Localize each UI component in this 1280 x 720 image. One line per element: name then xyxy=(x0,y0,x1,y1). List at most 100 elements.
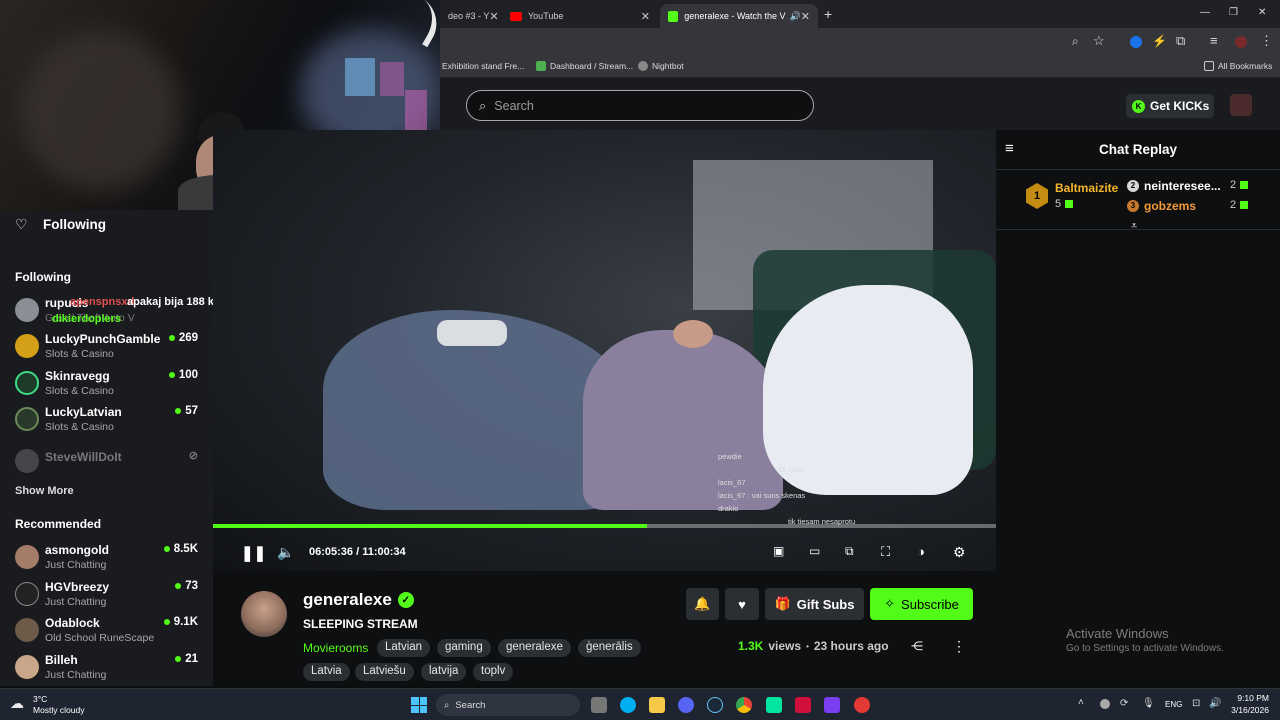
menu-icon[interactable]: ⋮ xyxy=(1260,33,1273,49)
tag[interactable]: Latvian xyxy=(377,639,431,657)
tag[interactable]: ģenerālis xyxy=(578,639,641,657)
sidebar-channel[interactable]: Skinravegg Slots & Casino 100 xyxy=(15,367,203,403)
category-link[interactable]: Movierooms xyxy=(303,641,368,655)
overlay-chat-user: dikierdoplers xyxy=(52,313,122,325)
translate-icon[interactable]: ⚡ xyxy=(1152,34,1167,48)
restore-button[interactable]: ❐ xyxy=(1229,7,1238,18)
minimize-button[interactable]: — xyxy=(1200,7,1210,18)
sidebar-channel[interactable]: asmongold Just Chatting 8.5K xyxy=(15,541,203,577)
steam-icon[interactable] xyxy=(707,697,723,713)
task-view-icon[interactable] xyxy=(591,697,607,713)
video-player[interactable]: pewdie ka suns lacis_67 lacis_67 : vai s… xyxy=(213,130,996,571)
close-icon[interactable]: ✕ xyxy=(641,10,650,23)
bell-icon: 🔔 xyxy=(694,596,711,611)
app-icon[interactable] xyxy=(854,697,870,713)
address-bar[interactable]: ⌕ ☆ ⚡ ⧉ ≡ ⋮ xyxy=(440,28,1280,56)
expand-leaderboard-icon[interactable]: ⩡ xyxy=(1131,220,1137,233)
theater-icon[interactable]: ▭ xyxy=(809,544,820,558)
search-icon: ⌕ xyxy=(444,699,450,711)
pip-icon[interactable]: ⧉ xyxy=(845,544,854,559)
close-icon[interactable]: ✕ xyxy=(801,10,810,23)
network-icon[interactable]: ⊡ xyxy=(1192,698,1200,709)
weather-icon[interactable]: ☁ xyxy=(10,695,24,712)
share-icon[interactable]: ⋲ xyxy=(911,639,923,653)
tag[interactable]: generalexe xyxy=(498,639,571,657)
tag[interactable]: toplv xyxy=(473,663,514,681)
skype-icon[interactable] xyxy=(620,697,636,713)
app-icon[interactable] xyxy=(824,697,840,713)
sidebar-channel[interactable]: LuckyPunchGamble Slots & Casino 269 xyxy=(15,330,203,366)
zoom-icon[interactable]: ⌕ xyxy=(1072,34,1079,49)
tray-icon[interactable] xyxy=(1100,699,1110,709)
new-tab-button[interactable]: + xyxy=(824,6,832,22)
media-icon[interactable]: ≡ xyxy=(1210,33,1218,48)
fullscreen-icon[interactable]: ⛶ xyxy=(881,544,890,560)
sidebar-channel[interactable]: LuckyLatvian Slots & Casino 57 xyxy=(15,403,203,439)
language-indicator[interactable]: ENG xyxy=(1165,700,1182,709)
settings-gear-icon[interactable]: ⚙ xyxy=(953,544,966,561)
show-more-button[interactable]: Show More xyxy=(15,485,74,497)
clock-date: 3/16/2026 xyxy=(1231,705,1269,715)
sidebar-channel-offline[interactable]: SteveWillDoIt ⊘ xyxy=(15,445,203,481)
leaderboard-name[interactable]: Baltmaizite xyxy=(1055,181,1118,195)
stream-chat-overlay: pewdie ka suns lacis_67 lacis_67 : vai s… xyxy=(718,452,856,526)
star-icon[interactable]: ☆ xyxy=(1093,33,1105,49)
tag[interactable]: gaming xyxy=(437,639,491,657)
following-title[interactable]: Following xyxy=(43,217,106,232)
rank-badge: 1 xyxy=(1026,183,1048,209)
tag[interactable]: Latvia xyxy=(303,663,350,681)
all-bookmarks[interactable]: All Bookmarks xyxy=(1204,61,1272,71)
subscribe-button[interactable]: ✧ Subscribe xyxy=(870,588,973,620)
taskbar-search[interactable]: ⌕ Search xyxy=(436,694,580,716)
sidebar-channel[interactable]: Billeh Just Chatting 21 xyxy=(15,651,203,687)
puzzle-icon[interactable]: ⧉ xyxy=(1176,33,1185,49)
chat-header: ≡ Chat Replay xyxy=(996,130,1280,170)
gift-subs-button[interactable]: 🎁 Gift Subs xyxy=(765,588,864,620)
tab-youtube[interactable]: YouTube ✕ xyxy=(502,4,658,28)
chevron-up-icon[interactable]: ˄ xyxy=(1078,697,1084,708)
tab-video[interactable]: deo #3 - Y ✕ xyxy=(440,4,502,28)
rank-badge: 3 xyxy=(1127,200,1139,212)
tag[interactable]: latvija xyxy=(421,663,467,681)
chrome-icon[interactable] xyxy=(736,697,752,713)
volume-icon[interactable]: 🔊 xyxy=(1209,698,1221,709)
tag[interactable]: Latviešu xyxy=(355,663,414,681)
file-explorer-icon[interactable] xyxy=(649,697,665,713)
user-avatar[interactable] xyxy=(1230,94,1252,116)
bookmark-item[interactable]: Dashboard / Stream... xyxy=(536,61,633,71)
progress-bar[interactable] xyxy=(213,524,996,528)
close-window-button[interactable]: ✕ xyxy=(1258,7,1266,18)
clip-icon[interactable]: ▣ xyxy=(773,544,784,558)
tab-kick[interactable]: generalexe - Watch the VO 🔊 ✕ xyxy=(660,4,818,28)
leaderboard-name[interactable]: neinteresee... xyxy=(1144,179,1221,193)
app-icon[interactable] xyxy=(795,697,811,713)
get-kicks-button[interactable]: K Get KICKs xyxy=(1126,94,1214,118)
gift-icon xyxy=(1065,200,1074,208)
windows-start-icon[interactable] xyxy=(411,697,427,713)
collapse-chat-icon[interactable]: ≡ xyxy=(1005,140,1014,157)
bookmark-item[interactable]: Nightbot xyxy=(638,61,684,71)
follow-heart-button[interactable]: ♥ xyxy=(725,588,759,620)
search-input[interactable]: ⌕ Search xyxy=(466,90,814,121)
bookmark-item[interactable]: Exhibition stand Fre... xyxy=(442,61,524,71)
more-options-icon[interactable]: ⋮ xyxy=(952,638,966,655)
profile-avatar[interactable] xyxy=(1235,36,1247,48)
microphone-icon[interactable]: 🎙 xyxy=(1142,698,1155,709)
extension-icon[interactable] xyxy=(1130,36,1142,48)
sidebar-channel[interactable]: Odablock Old School RuneScape 9.1K xyxy=(15,614,203,650)
sidebar-channel[interactable]: HGVbreezy Just Chatting 73 xyxy=(15,578,203,614)
speed-icon[interactable]: ◑ xyxy=(917,544,925,559)
leaderboard-name[interactable]: gobzems xyxy=(1144,199,1196,213)
discord-icon[interactable] xyxy=(678,697,694,713)
speaker-icon[interactable]: 🔊 xyxy=(790,11,801,22)
bookmarks-bar: Exhibition stand Fre... Dashboard / Stre… xyxy=(440,56,1280,78)
channel-avatar[interactable] xyxy=(241,591,287,637)
pause-icon[interactable]: ❚❚ xyxy=(241,544,266,562)
channel-name[interactable]: generalexe ✓ xyxy=(303,590,414,610)
notification-bell-button[interactable]: 🔔 xyxy=(686,588,719,620)
volume-icon[interactable]: 🔈 xyxy=(277,544,294,561)
tray-icon[interactable]: ⟳ xyxy=(1120,698,1128,709)
app-icon[interactable] xyxy=(766,697,782,713)
live-dot xyxy=(168,335,175,341)
close-icon[interactable]: ✕ xyxy=(489,10,498,23)
